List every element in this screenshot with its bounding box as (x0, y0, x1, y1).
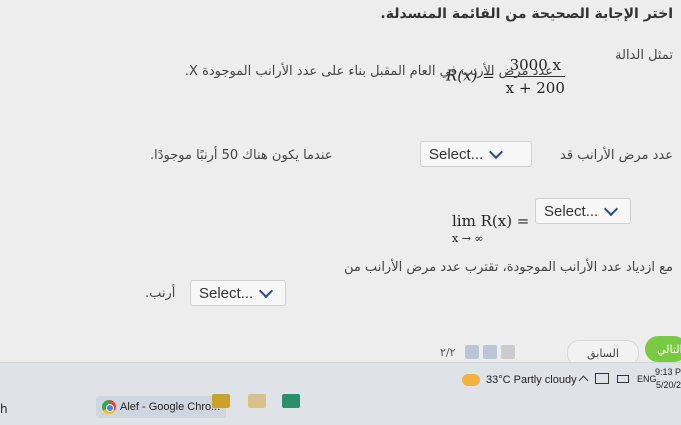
chevron-down-icon (259, 283, 274, 299)
select-2-value: Select... (544, 202, 599, 220)
previous-label: السابق (587, 346, 619, 360)
q2-lead: عدد مرض الأرانب قد (560, 148, 673, 163)
select-dropdown-2[interactable]: Select... (535, 198, 631, 224)
clock-time: 9:13 P (654, 367, 681, 377)
question-3-text: مع ازدياد عدد الأرانب الموجودة، تقترب عد… (343, 260, 673, 275)
question-2-text: عدد مرض الأرانب قد (560, 148, 673, 163)
folder-icon[interactable] (248, 394, 266, 408)
question-heading: اختر الإجابة الصحيحة من القائمة المنسدلة… (380, 6, 673, 22)
progress-square-icon (483, 345, 497, 359)
clock-date: 5/20/2 (655, 380, 681, 390)
question-page: اختر الإجابة الصحيحة من القائمة المنسدلة… (0, 0, 681, 366)
chevron-up-icon[interactable] (578, 375, 589, 385)
progress-square-icon (501, 345, 515, 359)
equation-label: تمثل الدالة (615, 48, 673, 63)
taskbar-chrome-app[interactable]: Alef - Google Chro... (96, 396, 227, 418)
taskbar-search[interactable]: h (0, 402, 8, 416)
clock[interactable]: 9:13 P 5/20/2 (650, 366, 681, 392)
q2-tail: عندما يكون هناك 50 أرنبًا موجودًا. (150, 148, 333, 163)
select-dropdown-1[interactable]: Select... (420, 141, 532, 167)
system-tray: ENG (578, 373, 657, 385)
cloud-icon (462, 374, 480, 386)
weather-text: 33°C Partly cloudy (486, 374, 577, 386)
chrome-icon (102, 400, 116, 414)
file-explorer-icon[interactable] (212, 394, 230, 408)
next-button[interactable]: التالي (645, 336, 681, 362)
weather-widget[interactable]: 33°C Partly cloudy (462, 374, 577, 386)
select-dropdown-3[interactable]: Select... (190, 280, 286, 306)
progress-square-icon (465, 345, 479, 359)
formula-denominator: x + 200 (505, 79, 565, 97)
q3-tail: أرنب. (145, 286, 176, 301)
chevron-down-icon (604, 201, 619, 217)
limit-expression: lim R(x) = x → ∞ (452, 212, 529, 245)
limit-sub: x → ∞ (452, 232, 484, 245)
chevron-down-icon (489, 144, 504, 160)
battery-icon[interactable] (617, 374, 629, 383)
select-3-value: Select... (199, 284, 254, 302)
next-label: التالي (657, 342, 681, 356)
equation-description: عدد مرض الأرنب في العام المقبل بناء على … (184, 64, 553, 79)
equation-row: تمثل الدالة R(x) = 3000 x x + 200 عدد مر… (0, 40, 681, 110)
select-1-value: Select... (429, 145, 484, 163)
page-count: ٢/٢ (440, 346, 456, 359)
monitor-icon[interactable] (595, 373, 609, 384)
chrome-label: Alef - Google Chro... (120, 401, 221, 413)
app-icon[interactable] (282, 394, 300, 408)
limit-main: lim R(x) = (452, 212, 530, 230)
